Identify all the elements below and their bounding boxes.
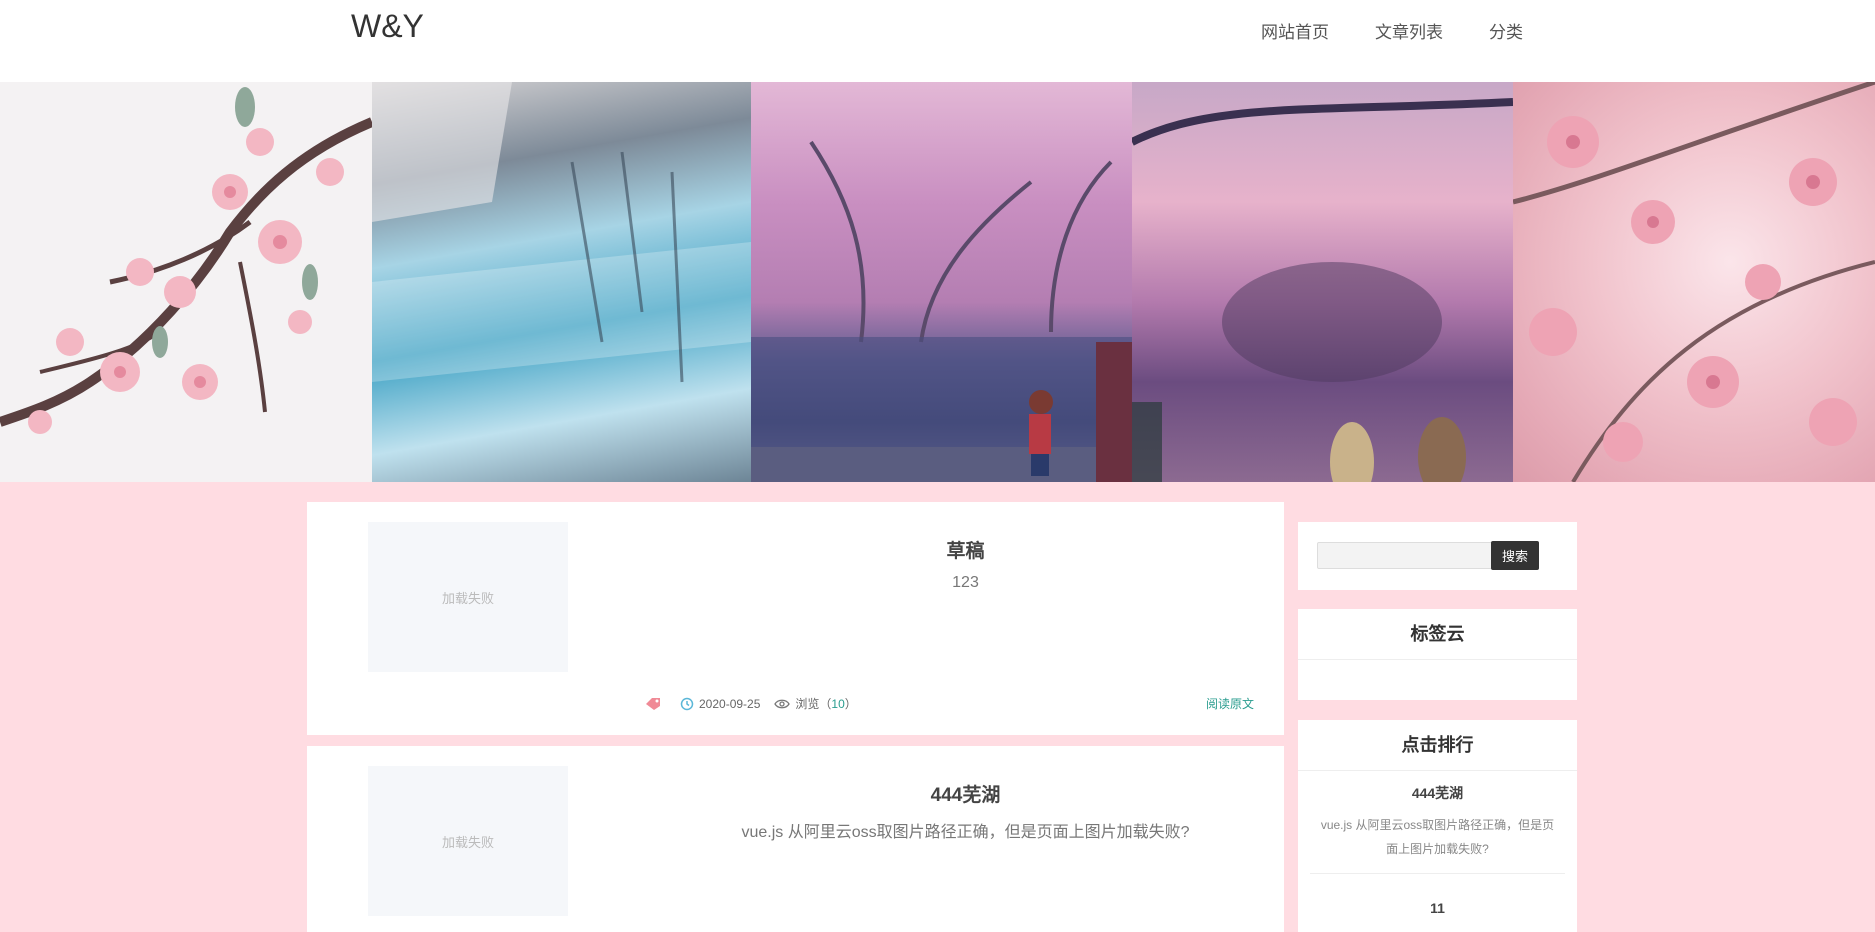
hero-banner (0, 82, 1875, 482)
views-close-paren: ） (844, 697, 857, 711)
search-input[interactable] (1317, 542, 1493, 569)
article-title[interactable]: 444芜湖 (647, 780, 1284, 807)
ranking-title: 点击排行 (1298, 720, 1577, 771)
nav-item-home[interactable]: 网站首页 (1261, 18, 1329, 43)
article-thumbnail[interactable]: 加载失败 (368, 766, 568, 916)
sidebar-ranking: 点击排行 444芜湖 vue.js 从阿里云oss取图片路径正确，但是页面上图片… (1298, 720, 1577, 932)
article-card[interactable]: 加载失败 草稿 123 2020-09-25 浏览 （ 10 ） 阅读原文 (307, 502, 1284, 735)
tag-cloud-title: 标签云 (1298, 609, 1577, 660)
views-open-paren: （ (819, 697, 832, 711)
banner-image-couple (1132, 82, 1513, 482)
ranking-item-desc: vue.js 从阿里云oss取图片路径正确，但是页面上图片加载失败? (1320, 818, 1555, 856)
article-summary: 123 (952, 574, 979, 591)
read-more-link[interactable]: 阅读原文 (1206, 695, 1254, 712)
nav-item-category[interactable]: 分类 (1489, 18, 1523, 43)
article-views: 浏览 （ 10 ） (774, 695, 857, 712)
article-thumbnail[interactable]: 加载失败 (368, 522, 568, 672)
site-logo[interactable]: W&Y (351, 8, 424, 45)
banner-image-reflection (372, 82, 751, 482)
ranking-item-title[interactable]: 11 (1298, 900, 1577, 916)
tag-icon (646, 697, 660, 710)
main-nav: 网站首页 文章列表 分类 (1215, 18, 1523, 43)
article-date: 2020-09-25 (680, 697, 760, 711)
views-label: 浏览 (795, 697, 820, 711)
banner-image-branch (0, 82, 372, 482)
banner-image-street (751, 82, 1132, 482)
sidebar-tag-cloud: 标签云 (1298, 609, 1577, 700)
search-button[interactable]: 搜索 (1491, 541, 1539, 570)
article-tags (645, 697, 666, 711)
article-card[interactable]: 加载失败 444芜湖 vue.js 从阿里云oss取图片路径正确，但是页面上图片… (307, 746, 1284, 932)
history-icon (680, 697, 694, 710)
site-header: W&Y 网站首页 文章列表 分类 (0, 0, 1875, 82)
article-meta: 2020-09-25 浏览 （ 10 ） (645, 695, 871, 712)
nav-item-articles[interactable]: 文章列表 (1375, 18, 1443, 43)
article-summary: vue.js 从阿里云oss取图片路径正确，但是页面上图片加载失败? (741, 824, 1190, 841)
ranking-item[interactable]: 11 (1298, 874, 1577, 916)
date-text: 2020-09-25 (699, 696, 761, 711)
views-count: 10 (831, 696, 845, 711)
ranking-item-title[interactable]: 444芜湖 (1320, 783, 1555, 803)
article-title[interactable]: 草稿 (647, 536, 1284, 563)
sidebar-search: 搜索 (1298, 522, 1577, 590)
banner-image-blossom (1513, 82, 1875, 482)
eye-icon (774, 699, 791, 708)
ranking-item[interactable]: 444芜湖 vue.js 从阿里云oss取图片路径正确，但是页面上图片加载失败? (1310, 771, 1565, 874)
